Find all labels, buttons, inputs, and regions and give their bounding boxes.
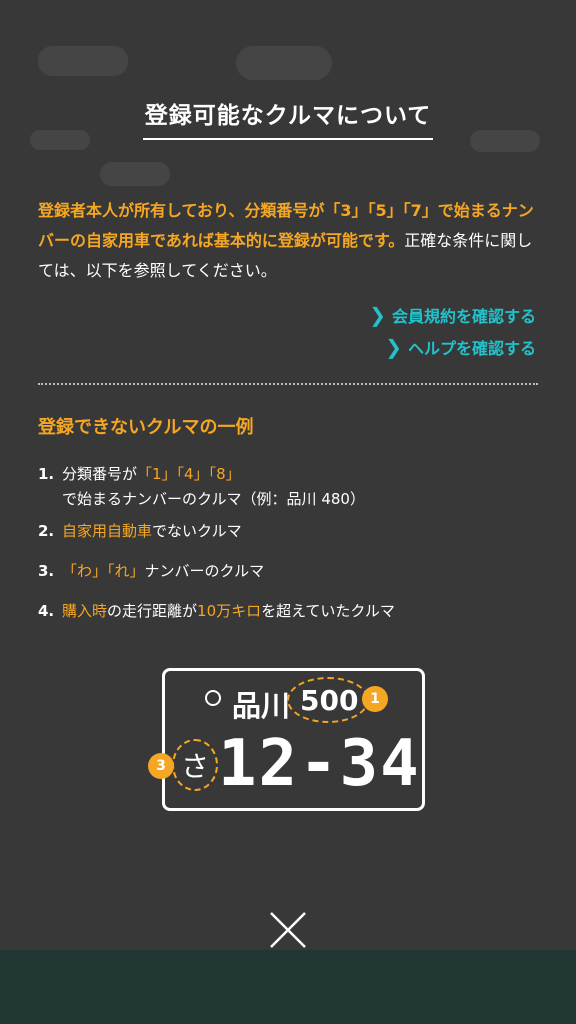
list-item: 3. 「わ」「れ」ナンバーのクルマ [38,559,538,584]
list-item-text: 購入時の走行距離が10万キロを超えていたクルマ [62,599,395,624]
background-blur [38,46,128,76]
kana-highlight-ring [172,739,218,791]
close-button[interactable] [268,910,308,950]
list-item-highlight: 「1」「4」「8」 [137,465,241,483]
plate-number: 12-34 [218,727,421,801]
plate-bolt-icon [205,690,221,706]
close-icon [270,912,306,948]
terms-link[interactable]: ❯ 会員規約を確認する [369,303,536,327]
list-item: 1. 分類番号が「1」「4」「8」で始まるナンバーのクルマ（例：品川 480） [38,462,538,512]
list-item-plain: ナンバーのクルマ [144,562,265,580]
list-item-plain: 分類番号が [62,465,138,483]
list-item-number: 2. [38,522,55,540]
list-item-highlight: 購入時 [62,602,108,620]
section-divider [38,383,538,385]
bottom-bar-blur [0,950,576,1024]
help-link[interactable]: ❯ ヘルプを確認する [385,335,536,359]
plate-region: 品川 [232,689,291,723]
background-blur [236,46,332,80]
list-item-text: 分類番号が「1」「4」「8」で始まるナンバーのクルマ（例：品川 480） [62,462,538,512]
help-link-label: ヘルプを確認する [407,339,536,358]
class-number-highlight-ring [287,677,369,723]
title-underline [143,138,433,140]
list-item-plain: でないクルマ [152,522,242,540]
badge-3: 3 [148,753,174,779]
badge-1: 1 [362,686,388,712]
list-item-number: 4. [38,602,55,620]
background-blur [100,162,170,186]
list-item-text: 自家用自動車でないクルマ [62,519,242,544]
chevron-right-icon: ❯ [369,303,386,327]
section-title: 登録できないクルマの一例 [38,417,254,438]
list-item-number: 1. [38,465,55,483]
terms-link-label: 会員規約を確認する [391,307,536,326]
background-blur [30,130,90,150]
intro-text: 登録者本人が所有しており、分類番号が「3」「5」「7」で始まるナンバーの自家用車… [38,196,543,286]
list-item-highlight: 10万キロ [197,602,262,620]
list-item-text: 「わ」「れ」ナンバーのクルマ [62,559,264,584]
list-item-highlight: 自家用自動車 [62,522,153,540]
list-item-plain: で始まるナンバーのクルマ（例：品川 480） [62,490,365,508]
list-item-plain: の走行距離が [107,602,198,620]
list-item: 2. 自家用自動車でないクルマ [38,519,538,544]
modal-title: 登録可能なクルマについて [144,103,432,129]
chevron-right-icon: ❯ [385,335,402,359]
list-item-number: 3. [38,562,55,580]
list-item: 4. 購入時の走行距離が10万キロを超えていたクルマ [38,599,538,624]
background-blur [470,130,540,152]
list-item-plain: を超えていたクルマ [261,602,395,620]
list-item-highlight: 「わ」「れ」 [62,562,145,580]
